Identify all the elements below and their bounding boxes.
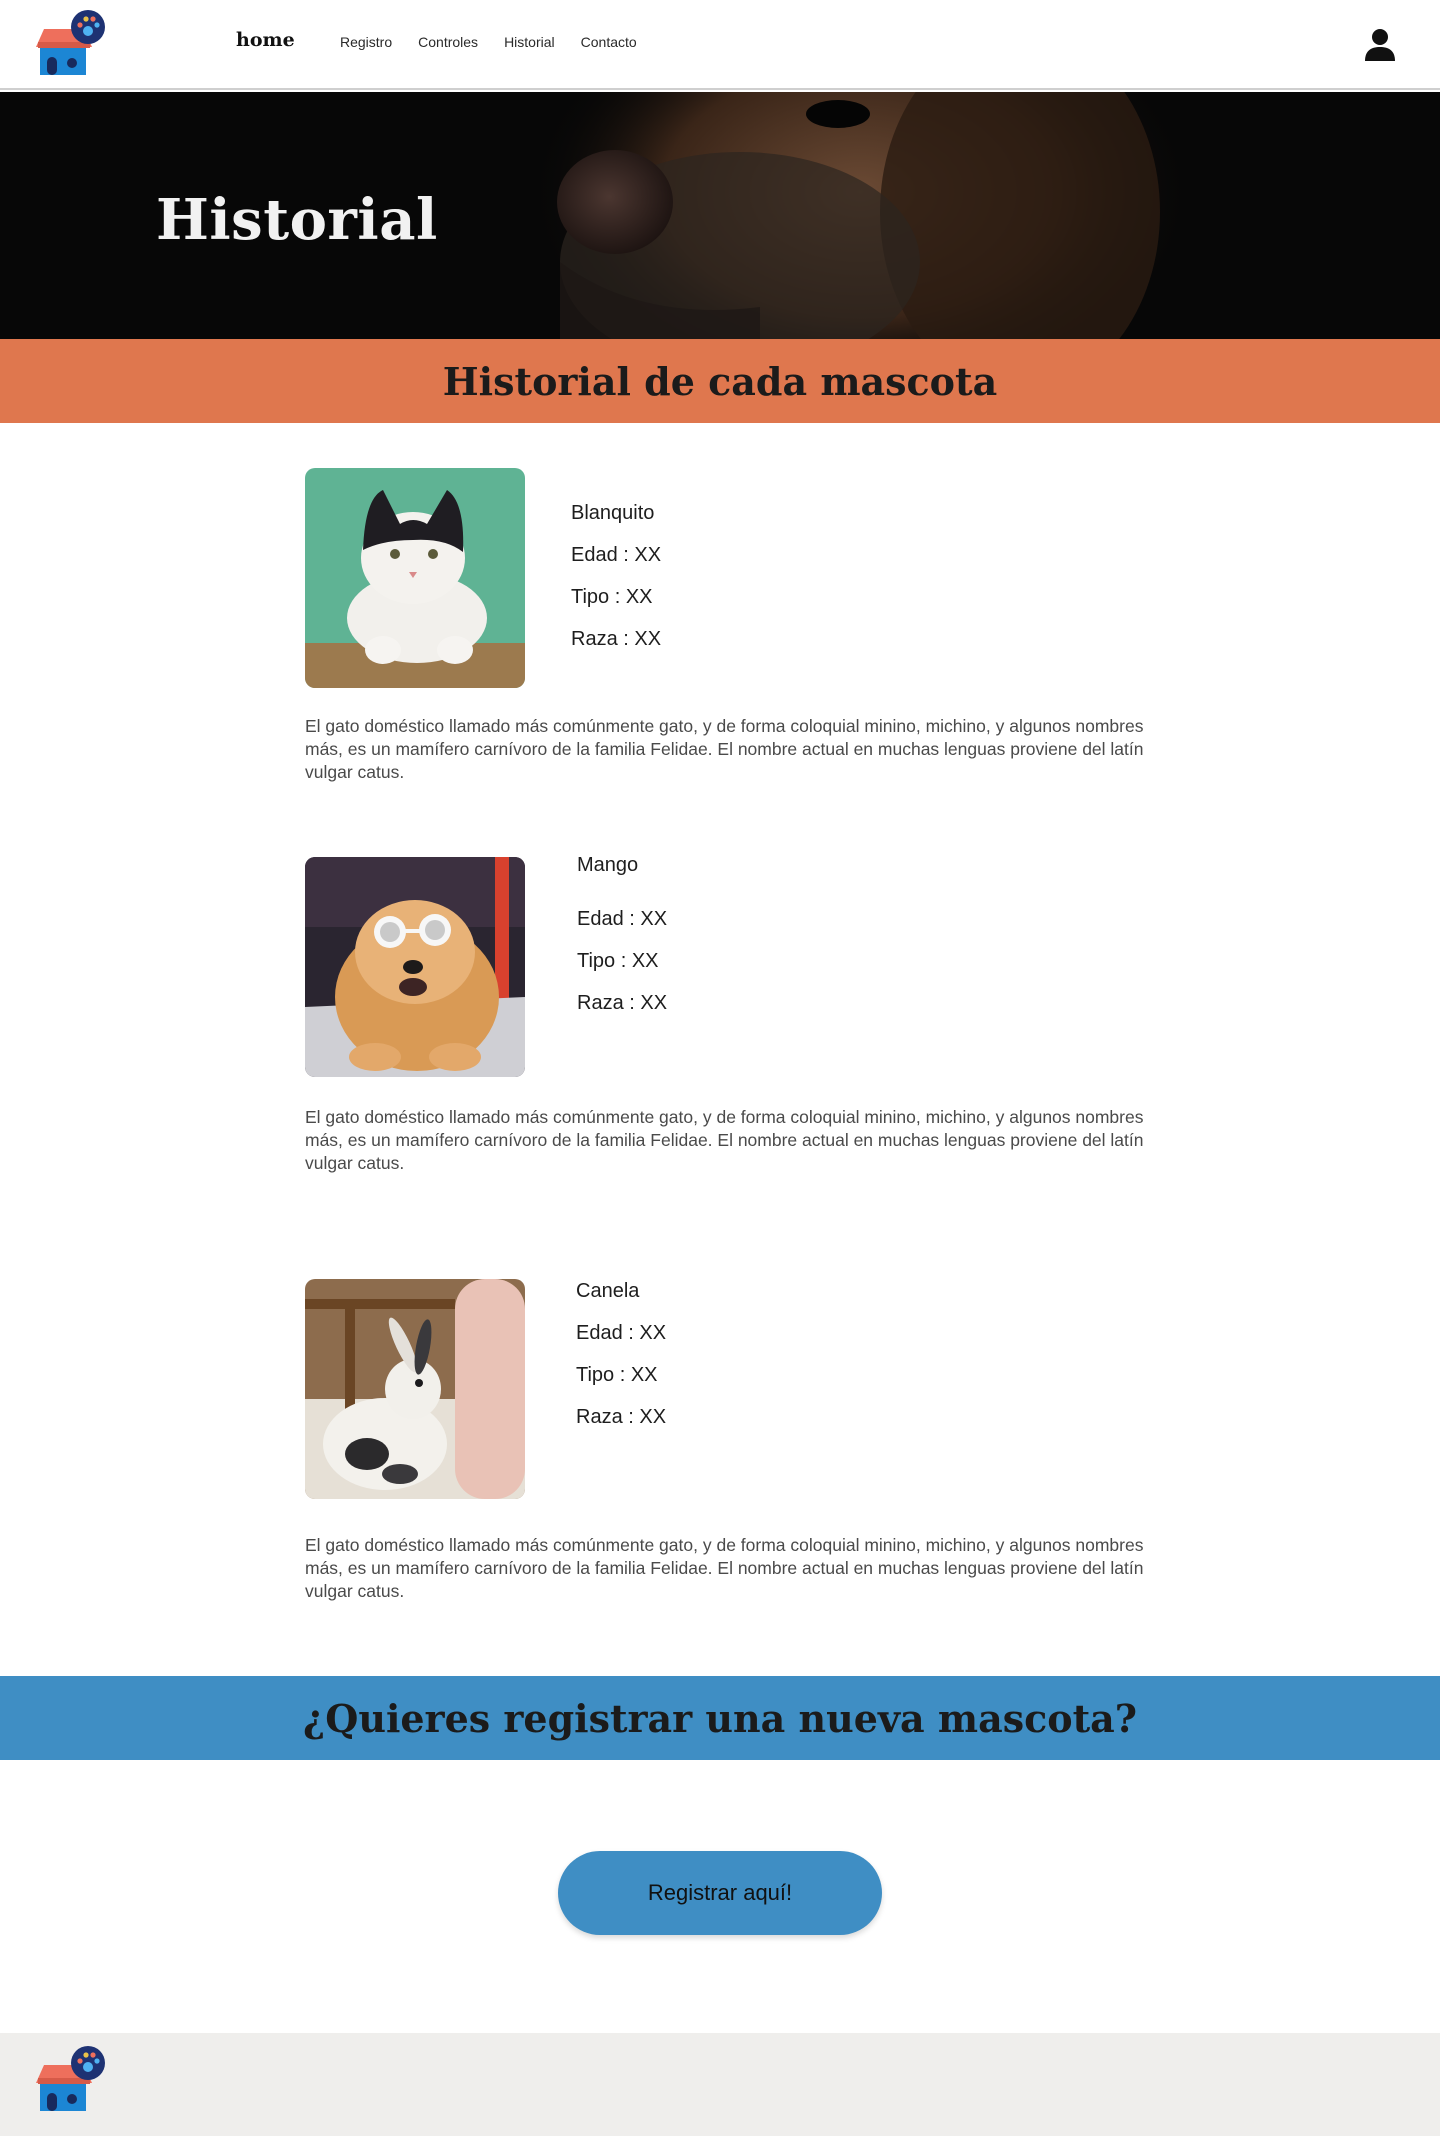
pet-name: Mango	[577, 854, 639, 876]
pet-name: Canela	[576, 1280, 640, 1302]
pet-house-logo-icon[interactable]	[34, 2045, 106, 2117]
pet-photo	[305, 1279, 525, 1499]
nav-link-historial[interactable]: Historial	[504, 34, 555, 50]
nav-home-link[interactable]: home	[236, 29, 295, 51]
pet-type: Tipo : XX	[576, 1364, 658, 1386]
section-title: Historial de cada mascota	[442, 358, 998, 404]
cat-photo	[305, 468, 525, 688]
pet-type: Tipo : XX	[577, 950, 659, 972]
pet-description: El gato doméstico llamado más comúnmente…	[305, 1535, 1144, 1601]
pet-description: El gato doméstico llamado más comúnmente…	[305, 1107, 1144, 1173]
nav-link-registro[interactable]: Registro	[340, 34, 392, 50]
nav-link-controles[interactable]: Controles	[418, 34, 478, 50]
hero-banner: Historial	[0, 92, 1440, 339]
pet-age: Edad : XX	[571, 544, 662, 566]
pet-photo	[305, 468, 525, 688]
pet-breed: Raza : XX	[577, 992, 668, 1014]
pet-age: Edad : XX	[576, 1322, 667, 1344]
pet-age: Edad : XX	[577, 908, 668, 930]
rabbit-photo	[305, 1279, 525, 1499]
user-account-icon[interactable]	[1364, 28, 1396, 62]
pet-name: Blanquito	[571, 502, 655, 524]
pet-breed: Raza : XX	[576, 1406, 667, 1428]
pet-type: Tipo : XX	[571, 586, 653, 608]
history-section-header: Historial de cada mascota	[0, 339, 1440, 423]
register-title: ¿Quieres registrar una nueva mascota?	[302, 1695, 1138, 1741]
register-button[interactable]: Registrar aquí!	[558, 1851, 882, 1935]
register-section-header: ¿Quieres registrar una nueva mascota?	[0, 1676, 1440, 1760]
nav-link-contacto[interactable]: Contacto	[581, 34, 637, 50]
pet-photo	[305, 857, 525, 1077]
pet-house-logo-icon[interactable]	[34, 9, 106, 81]
site-header: home Registro Controles Historial Contac…	[0, 0, 1440, 90]
pet-description: El gato doméstico llamado más comúnmente…	[305, 716, 1144, 782]
site-footer	[0, 2033, 1440, 2136]
pet-breed: Raza : XX	[571, 628, 662, 650]
page-title: Historial	[156, 187, 438, 253]
main-nav: Registro Controles Historial Contacto	[340, 34, 637, 50]
dog-with-sunglasses-photo	[305, 857, 525, 1077]
